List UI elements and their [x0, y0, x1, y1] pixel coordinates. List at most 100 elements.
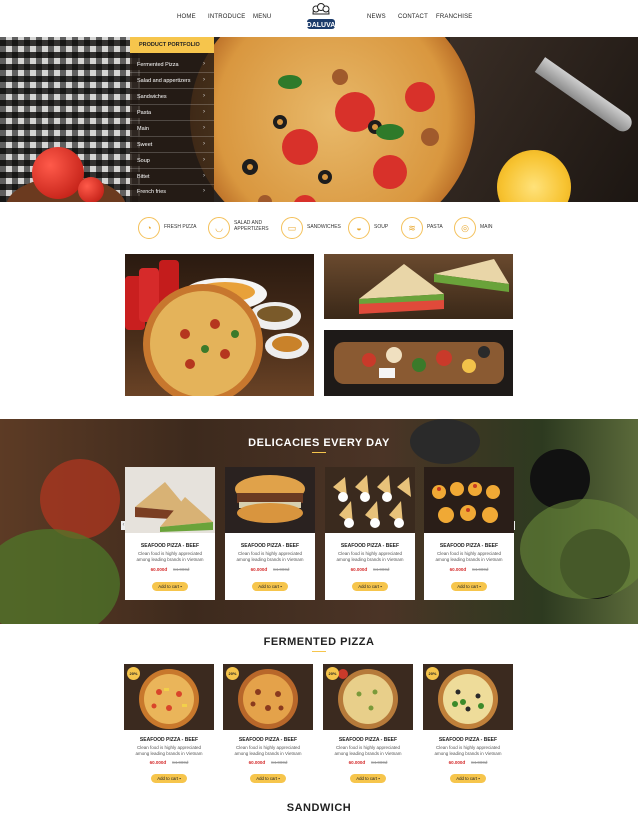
old-price: 84.000đ [471, 760, 488, 765]
pizza-card-body: SEAFOOD PIZZA - BEEF Clean food is highl… [423, 730, 513, 790]
fermented-pizza-title: FERMENTED PIZZA [263, 636, 375, 648]
bg-basil [520, 499, 638, 599]
product-card[interactable]: SEAFOOD PIZZA - BEEF Clean food is highl… [424, 467, 514, 600]
menu-item-french-fries[interactable]: French fries › [130, 185, 214, 200]
tomato-image [78, 177, 104, 202]
add-to-cart-button[interactable]: Add to cart ▪ [350, 774, 386, 783]
product-description: Clean food is highly appreciated among l… [234, 745, 302, 756]
cart-icon: ▪ [380, 584, 382, 589]
old-price: 84.000đ [172, 760, 189, 765]
menu-item-soup[interactable]: Soup › [130, 154, 214, 169]
chevron-right-icon: › [203, 109, 205, 115]
chevron-right-icon: › [203, 173, 205, 179]
nav-contact[interactable]: CONTACT [398, 14, 428, 20]
chevron-right-icon: › [203, 188, 205, 194]
chevron-right-icon: › [203, 157, 205, 163]
nav-news[interactable]: NEWS [367, 14, 386, 20]
promo-appetizer-board-image[interactable] [324, 330, 513, 396]
old-price: 84.000đ [173, 567, 190, 572]
button-label: Add to cart [358, 584, 380, 589]
product-price: 60.000đ 84.000đ [124, 760, 214, 765]
pizza-card-body: SEAFOOD PIZZA - BEEF Clean food is highl… [223, 730, 313, 790]
menu-item-fermented-pizza[interactable]: Fermented Pizza › [130, 58, 214, 73]
button-label: Add to cart [158, 584, 180, 589]
pizza-card[interactable]: 20% SEAFOOD PIZZA - BEEF Clean food is h… [423, 664, 513, 789]
menu-item-label: Main [137, 126, 149, 132]
menu-item-sandwiches[interactable]: Sandwiches › [130, 90, 214, 105]
product-card[interactable]: SEAFOOD PIZZA - BEEF Clean food is highl… [225, 467, 315, 600]
button-label: Add to cart [256, 776, 278, 781]
hero-pizza-image [190, 37, 475, 202]
add-to-cart-button[interactable]: Add to cart ▪ [250, 774, 286, 783]
menu-item-label: Pasta [137, 110, 152, 116]
pizza-card[interactable]: 20% SEAFOOD PIZZA - BEEF Clean food is h… [323, 664, 413, 789]
delicacies-title: DELICACIES EVERY DAY [248, 437, 390, 449]
product-menu-header: PRODUCT PORTFOLIO [130, 37, 214, 53]
pizza-card[interactable]: 20% SEAFOOD PIZZA - BEEF Clean food is h… [223, 664, 313, 789]
salad-icon: ◡ [208, 217, 230, 239]
discount-badge: 20% [226, 667, 239, 680]
product-card[interactable]: SEAFOOD PIZZA - BEEF Clean food is highl… [125, 467, 215, 600]
product-card[interactable]: SEAFOOD PIZZA - BEEF Clean food is highl… [325, 467, 415, 600]
product-name: SEAFOOD PIZZA - BEEF [340, 543, 400, 549]
menu-item-main[interactable]: Main › [130, 122, 214, 137]
product-image [325, 467, 415, 533]
sale-price: 60.000đ [250, 567, 268, 572]
menu-item-label: Bittet [137, 174, 150, 180]
chevron-right-icon: › [203, 125, 205, 131]
product-price: 60.000đ 84.000đ [323, 760, 413, 765]
product-price: 60.000đ 84.000đ [125, 567, 215, 572]
nav-franchise[interactable]: FRANCHISE [436, 14, 472, 20]
product-description: Clean food is highly appreciated among l… [136, 551, 204, 562]
old-price: 84.000đ [371, 760, 388, 765]
nav-home[interactable]: HOME [177, 14, 196, 20]
pizza-image: 20% [124, 664, 214, 730]
add-to-cart-button[interactable]: Add to cart ▪ [451, 582, 487, 591]
pasta-icon: ≋ [401, 217, 423, 239]
add-to-cart-button[interactable]: Add to cart ▪ [252, 582, 288, 591]
sale-price: 60.000đ [248, 760, 266, 765]
cart-icon: ▪ [179, 776, 181, 781]
menu-item-label: French fries [137, 189, 167, 195]
menu-item-pasta[interactable]: Pasta › [130, 106, 214, 121]
brand-logo[interactable]: DALUVA [304, 2, 338, 34]
product-name: SEAFOOD PIZZA - BEEF [140, 543, 200, 549]
promo-combo-image[interactable] [125, 254, 314, 396]
product-name: SEAFOOD PIZZA - BEEF [438, 737, 498, 743]
main-dish-icon: ◎ [454, 217, 476, 239]
promo-sandwich-image[interactable] [324, 254, 513, 319]
product-image [424, 467, 514, 533]
cart-icon: ▪ [278, 776, 280, 781]
nav-menu[interactable]: MENU [253, 14, 271, 20]
svg-text:DALUVA: DALUVA [307, 22, 336, 29]
old-price: 84.000đ [271, 760, 288, 765]
add-to-cart-button[interactable]: Add to cart ▪ [152, 582, 188, 591]
cart-icon: ▪ [180, 584, 182, 589]
title-divider [312, 452, 326, 453]
chevron-right-icon: › [203, 141, 205, 147]
menu-item-bittet[interactable]: Bittet › [130, 170, 214, 185]
nav-introduce[interactable]: INTRODUCE [208, 14, 245, 20]
menu-item-sweet[interactable]: Sweet › [130, 138, 214, 153]
sandwich-title: SANDWICH [286, 802, 352, 814]
pizza-card[interactable]: 20% SEAFOOD PIZZA - BEEF Clean food is h… [124, 664, 214, 789]
add-to-cart-button[interactable]: Add to cart ▪ [352, 582, 388, 591]
product-description: Clean food is highly appreciated among l… [135, 745, 203, 756]
chevron-right-icon: › [203, 93, 205, 99]
category-label: SALAD AND APPERTIZERS [234, 220, 269, 232]
add-to-cart-button[interactable]: Add to cart ▪ [450, 774, 486, 783]
add-to-cart-button[interactable]: Add to cart ▪ [151, 774, 187, 783]
chevron-right-icon: › [203, 61, 205, 67]
menu-item-label: Fermented Pizza [137, 62, 179, 68]
menu-item-label: Soup [137, 158, 150, 164]
chevron-right-icon: › [203, 77, 205, 83]
menu-item-salad[interactable]: Salad and appertizers › [130, 74, 214, 89]
product-description: Clean food is highly appreciated among l… [336, 551, 404, 562]
bg-tomato [40, 459, 120, 539]
menu-item-label: Sandwiches [137, 94, 167, 100]
product-description: Clean food is highly appreciated among l… [434, 745, 502, 756]
menu-item-label: Salad and appertizers [137, 78, 191, 84]
delicacies-section [0, 419, 638, 624]
category-label: FRESH PIZZA [164, 224, 197, 230]
button-label: Add to cart [258, 584, 280, 589]
